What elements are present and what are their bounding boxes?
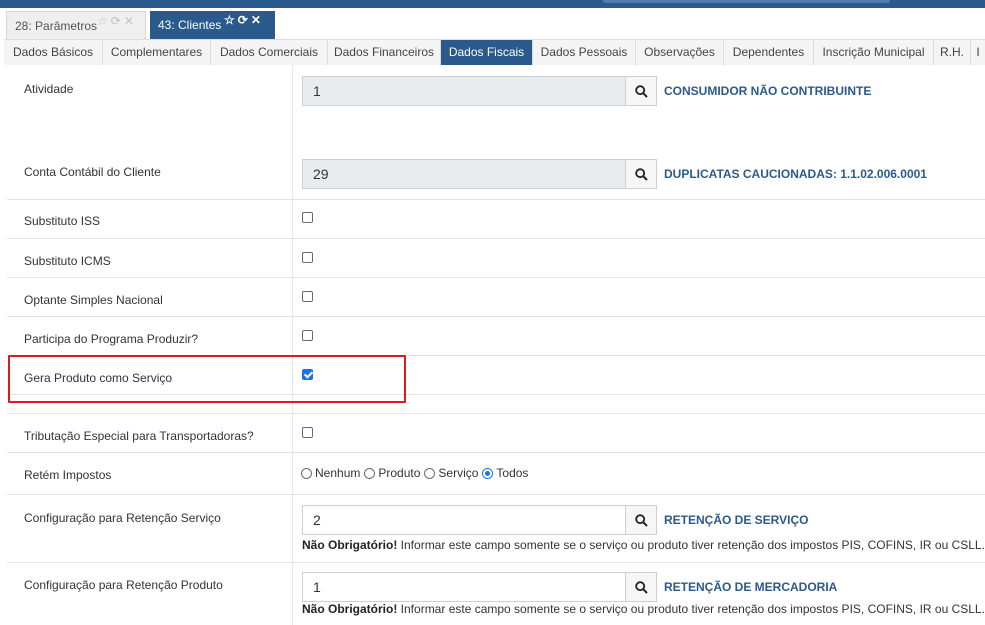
substituto-iss-label: Substituto ISS [24, 214, 101, 228]
optante-simples-label: Optante Simples Nacional [24, 293, 163, 307]
conta-contabil-label: Conta Contábil do Cliente [24, 165, 161, 179]
radio-option-nenhum[interactable]: Nenhum [301, 466, 360, 480]
radio-option-todos[interactable]: Todos [482, 466, 528, 480]
row-divider [7, 562, 985, 563]
retencao-produto-input[interactable]: 1 [302, 572, 626, 602]
window-tab-label: 28: Parâmetros [15, 18, 98, 33]
top-search-strip[interactable] [603, 0, 890, 3]
row-divider [7, 413, 985, 414]
radio-label: Produto [378, 466, 421, 480]
note-bold: Não Obrigatório! [302, 602, 398, 616]
tab-dados-financeiros[interactable]: Dados Financeiros [328, 40, 441, 65]
search-icon [634, 580, 648, 594]
retencao-servico-input[interactable]: 2 [302, 505, 626, 535]
atividade-description: CONSUMIDOR NÃO CONTRIBUINTE [664, 84, 872, 98]
window-tab-clientes[interactable]: 43: Clientes ☆ ⟳ ✕ [150, 11, 275, 39]
tab-dados-pessoais[interactable]: Dados Pessoais [533, 40, 636, 65]
row-divider [7, 316, 985, 317]
conta-contabil-description: DUPLICATAS CAUCIONADAS: 1.1.02.006.0001 [664, 167, 927, 181]
tab-dados-fiscais[interactable]: Dados Fiscais [441, 40, 533, 65]
window-tabs-bar: 28: Parâmetros ☆ ⟳ ✕ 43: Clientes ☆ ⟳ ✕ [0, 8, 985, 39]
tab-rh[interactable]: R.H. [934, 40, 971, 65]
tab-inscricao-municipal[interactable]: Inscrição Municipal [814, 40, 934, 65]
conta-contabil-input[interactable]: 29 [302, 159, 626, 189]
radio-option-servico[interactable]: Serviço [424, 466, 478, 480]
tributacao-especial-label: Tributação Especial para Transportadoras… [24, 429, 254, 443]
atividade-search-button[interactable] [625, 76, 657, 106]
row-divider [7, 238, 985, 239]
radio-button[interactable] [364, 467, 376, 479]
tributacao-especial-checkbox[interactable] [302, 427, 313, 438]
row-divider [7, 277, 985, 278]
programa-produzir-checkbox[interactable] [302, 330, 313, 341]
tab-dados-comerciais[interactable]: Dados Comerciais [211, 40, 328, 65]
retem-impostos-radio-group: Nenhum Produto Serviço Todos [301, 466, 532, 480]
retencao-servico-description: RETENÇÃO DE SERVIÇO [664, 513, 809, 527]
atividade-input[interactable]: 1 [302, 76, 626, 106]
tab-dependentes[interactable]: Dependentes [724, 40, 814, 65]
radio-button[interactable] [424, 467, 436, 479]
note-text: Informar este campo somente se o serviço… [397, 538, 985, 552]
row-divider [7, 452, 985, 453]
retencao-servico-search-button[interactable] [625, 505, 657, 535]
refresh-icon[interactable]: ⟳ [111, 14, 121, 28]
retencao-produto-label: Configuração para Retenção Produto [24, 578, 223, 592]
refresh-icon[interactable]: ⟳ [238, 13, 248, 27]
retencao-servico-note: Não Obrigatório! Informar este campo som… [302, 538, 985, 552]
tab-dados-basicos[interactable]: Dados Básicos [4, 40, 103, 65]
retencao-produto-note: Não Obrigatório! Informar este campo som… [302, 602, 985, 616]
optante-simples-checkbox[interactable] [302, 291, 313, 302]
close-icon[interactable]: ✕ [124, 14, 134, 28]
retencao-produto-description: RETENÇÃO DE MERCADORIA [664, 580, 838, 594]
row-divider [7, 494, 985, 495]
star-icon[interactable]: ☆ [97, 14, 108, 28]
tab-complementares[interactable]: Complementares [103, 40, 211, 65]
close-icon[interactable]: ✕ [251, 13, 261, 27]
radio-label: Serviço [438, 466, 479, 480]
window-tab-label: 43: Clientes [158, 18, 222, 32]
search-icon [634, 167, 648, 181]
retencao-produto-search-button[interactable] [625, 572, 657, 602]
substituto-icms-checkbox[interactable] [302, 252, 313, 263]
section-tabs-bar: Dados Básicos Complementares Dados Comer… [4, 39, 985, 65]
substituto-iss-checkbox[interactable] [302, 212, 313, 223]
radio-option-produto[interactable]: Produto [364, 466, 420, 480]
conta-contabil-search-button[interactable] [625, 159, 657, 189]
search-icon [634, 84, 648, 98]
substituto-icms-label: Substituto ICMS [24, 254, 111, 268]
radio-button[interactable] [482, 467, 494, 479]
atividade-label: Atividade [24, 82, 74, 96]
radio-button[interactable] [301, 467, 312, 479]
window-tab-parametros[interactable]: 28: Parâmetros ☆ ⟳ ✕ [6, 11, 146, 39]
tab-overflow[interactable]: I [971, 40, 985, 65]
radio-label: Nenhum [315, 466, 361, 480]
radio-label: Todos [496, 466, 529, 480]
note-text: Informar este campo somente se o serviço… [397, 602, 985, 616]
programa-produzir-label: Participa do Programa Produzir? [24, 332, 199, 346]
retem-impostos-label: Retém Impostos [24, 468, 112, 482]
retencao-servico-label: Configuração para Retenção Serviço [24, 511, 221, 525]
form-column-divider [292, 65, 293, 625]
note-bold: Não Obrigatório! [302, 538, 398, 552]
highlight-box [8, 355, 406, 403]
row-divider [7, 199, 985, 200]
app-top-bar [0, 0, 985, 8]
star-icon[interactable]: ☆ [224, 13, 235, 27]
search-icon [634, 513, 648, 527]
tab-observacoes[interactable]: Observações [636, 40, 724, 65]
